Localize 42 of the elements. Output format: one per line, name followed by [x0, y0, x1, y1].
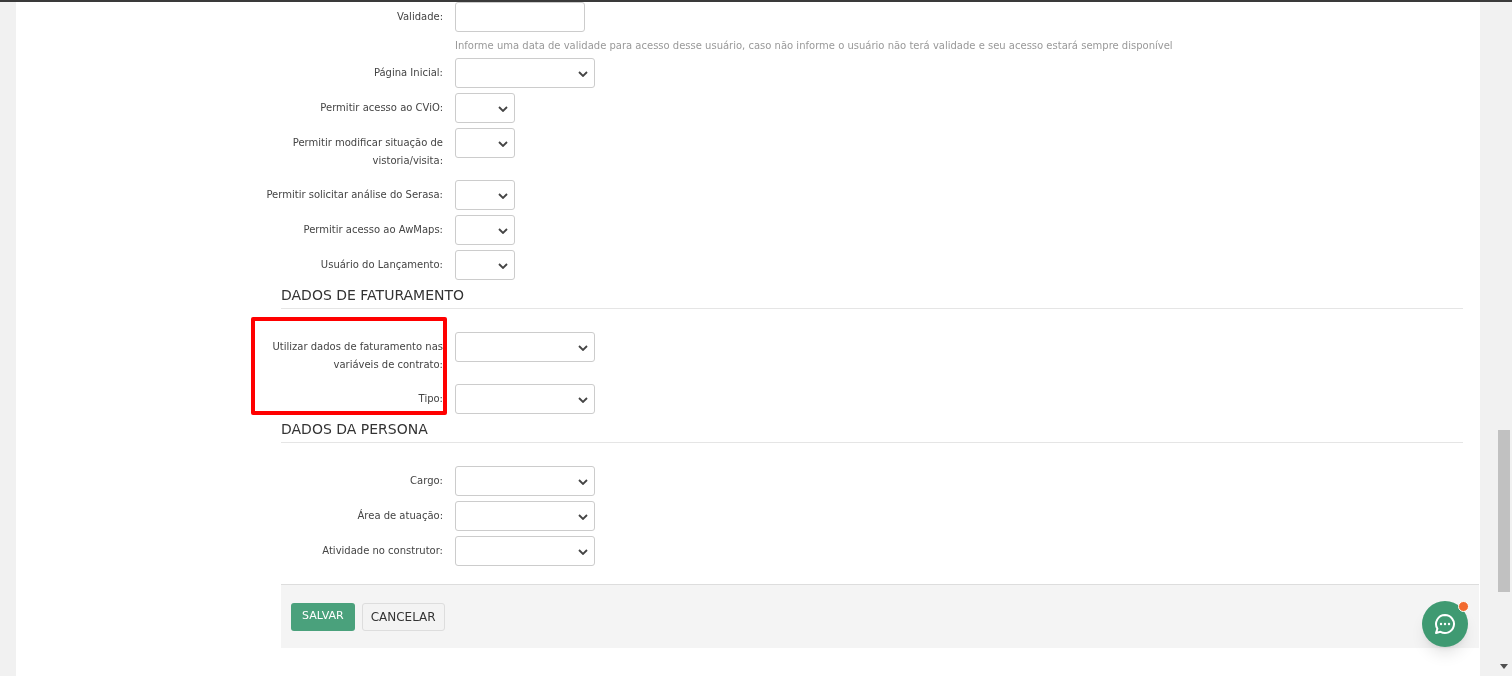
dropdown[interactable] [455, 93, 515, 123]
scrollbar-thumb[interactable] [1498, 430, 1510, 592]
dropdown[interactable] [455, 250, 515, 280]
field-label: Permitir modificar situação de vistoria/visita: [291, 136, 443, 168]
dropdown[interactable] [455, 58, 595, 88]
dropdown[interactable] [455, 128, 515, 158]
chevron-down-icon [498, 106, 508, 112]
chevron-down-icon [498, 141, 508, 147]
chevron-down-icon [498, 228, 508, 234]
field-label: Cargo: [409, 474, 443, 488]
cancel-button[interactable]: CANCELAR [361, 602, 445, 631]
field-label: Atividade no construtor: [321, 544, 443, 558]
chevron-down-icon [578, 345, 588, 351]
field-label: Permitir solicitar análise do Serasa: [265, 188, 443, 202]
chevron-down-icon [578, 397, 588, 403]
field-label: Permitir acesso ao CViO: [319, 101, 443, 115]
chevron-down-icon [498, 263, 508, 269]
dropdown[interactable] [455, 466, 595, 496]
chevron-down-icon [578, 479, 588, 485]
chevron-down-icon [498, 193, 508, 199]
dropdown[interactable] [455, 536, 595, 566]
chevron-down-icon [578, 549, 588, 555]
scroll-down-icon[interactable] [1500, 664, 1508, 669]
field-label: Utilizar dados de faturamento nas variáveis de contrato: [271, 340, 443, 372]
dropdown[interactable] [455, 384, 595, 414]
chat-icon [1434, 613, 1456, 635]
field-label: Tipo: [417, 392, 443, 406]
field-label: Página Inicial: [372, 66, 443, 80]
section-heading: DADOS DA PERSONA [281, 419, 1463, 443]
dropdown[interactable] [455, 215, 515, 245]
field-label: Usuário do Lançamento: [319, 258, 443, 272]
date-field[interactable] [455, 2, 585, 32]
dropdown[interactable] [455, 332, 595, 362]
chevron-down-icon [578, 71, 588, 77]
help-text: Informe uma data de validade para acesso desse usuário, caso não informe o usuário não terá validade e seu acesso estará sempre disponível [455, 39, 1173, 53]
dropdown[interactable] [455, 180, 515, 210]
dropdown[interactable] [455, 501, 595, 531]
field-label: Área de atuação: [356, 508, 443, 523]
section-heading: DADOS DE FATURAMENTO [281, 285, 1463, 309]
chevron-down-icon [578, 514, 588, 520]
field-label: Permitir acesso ao AwMaps: [302, 223, 443, 237]
field-label: Validade: [395, 10, 443, 24]
